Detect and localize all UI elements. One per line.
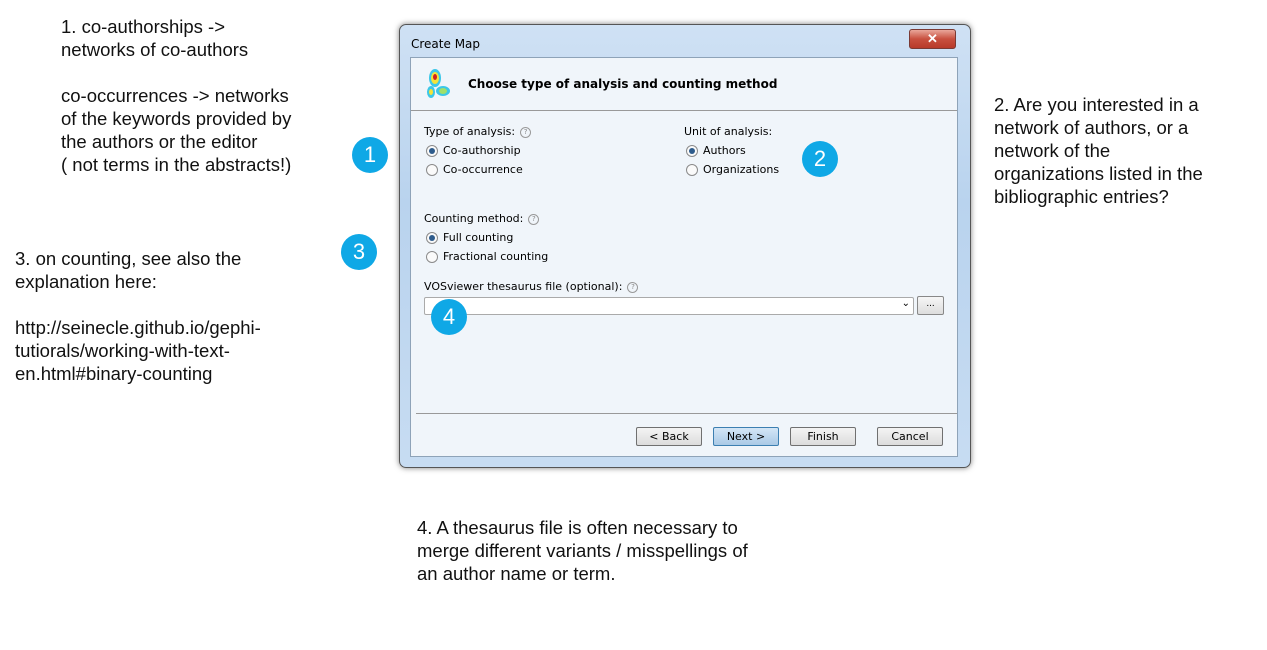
dialog-body: Choose type of analysis and counting met… bbox=[410, 57, 958, 457]
annotation-4: 4. A thesaurus file is often necessary t… bbox=[417, 517, 748, 584]
annotation-1: 1. co-authorships -> networks of co-auth… bbox=[61, 16, 292, 175]
counting-method-label: Counting method:? bbox=[424, 212, 540, 225]
radio-co-occurrence[interactable]: Co-occurrence bbox=[426, 163, 523, 176]
unit-of-analysis-label: Unit of analysis: bbox=[684, 125, 773, 138]
callout-badge-3: 3 bbox=[341, 234, 377, 270]
help-icon[interactable]: ? bbox=[528, 214, 540, 225]
close-button[interactable]: ✕ bbox=[909, 29, 956, 49]
radio-authors[interactable]: Authors bbox=[686, 144, 746, 157]
divider bbox=[416, 413, 957, 414]
thesaurus-file-combo[interactable]: ⌄ bbox=[424, 297, 914, 315]
next-button[interactable]: Next > bbox=[713, 427, 779, 446]
back-button[interactable]: < Back bbox=[636, 427, 702, 446]
annotation-3: 3. on counting, see also the explanation… bbox=[15, 248, 261, 384]
radio-full-counting[interactable]: Full counting bbox=[426, 231, 513, 244]
help-icon[interactable]: ? bbox=[627, 282, 639, 293]
radio-organizations[interactable]: Organizations bbox=[686, 163, 779, 176]
radio-fractional-counting[interactable]: Fractional counting bbox=[426, 250, 548, 263]
callout-badge-4: 4 bbox=[431, 299, 467, 335]
wizard-header: Choose type of analysis and counting met… bbox=[411, 58, 957, 111]
annotation-2: 2. Are you interested in a network of au… bbox=[994, 94, 1203, 207]
cancel-button[interactable]: Cancel bbox=[877, 427, 943, 446]
browse-button[interactable]: ... bbox=[917, 296, 944, 315]
finish-button[interactable]: Finish bbox=[790, 427, 856, 446]
chevron-down-icon: ⌄ bbox=[901, 298, 910, 309]
window-title: Create Map bbox=[411, 37, 481, 51]
callout-badge-1: 1 bbox=[352, 137, 388, 173]
callout-badge-2: 2 bbox=[802, 141, 838, 177]
thesaurus-label: VOSviewer thesaurus file (optional):? bbox=[424, 280, 639, 293]
vosviewer-logo-icon bbox=[427, 69, 450, 98]
create-map-dialog: Create Map ✕ Choose type of analysis and… bbox=[399, 24, 971, 468]
help-icon[interactable]: ? bbox=[520, 127, 532, 138]
wizard-step-title: Choose type of analysis and counting met… bbox=[468, 77, 778, 91]
radio-co-authorship[interactable]: Co-authorship bbox=[426, 144, 521, 157]
type-of-analysis-label: Type of analysis:? bbox=[424, 125, 532, 138]
